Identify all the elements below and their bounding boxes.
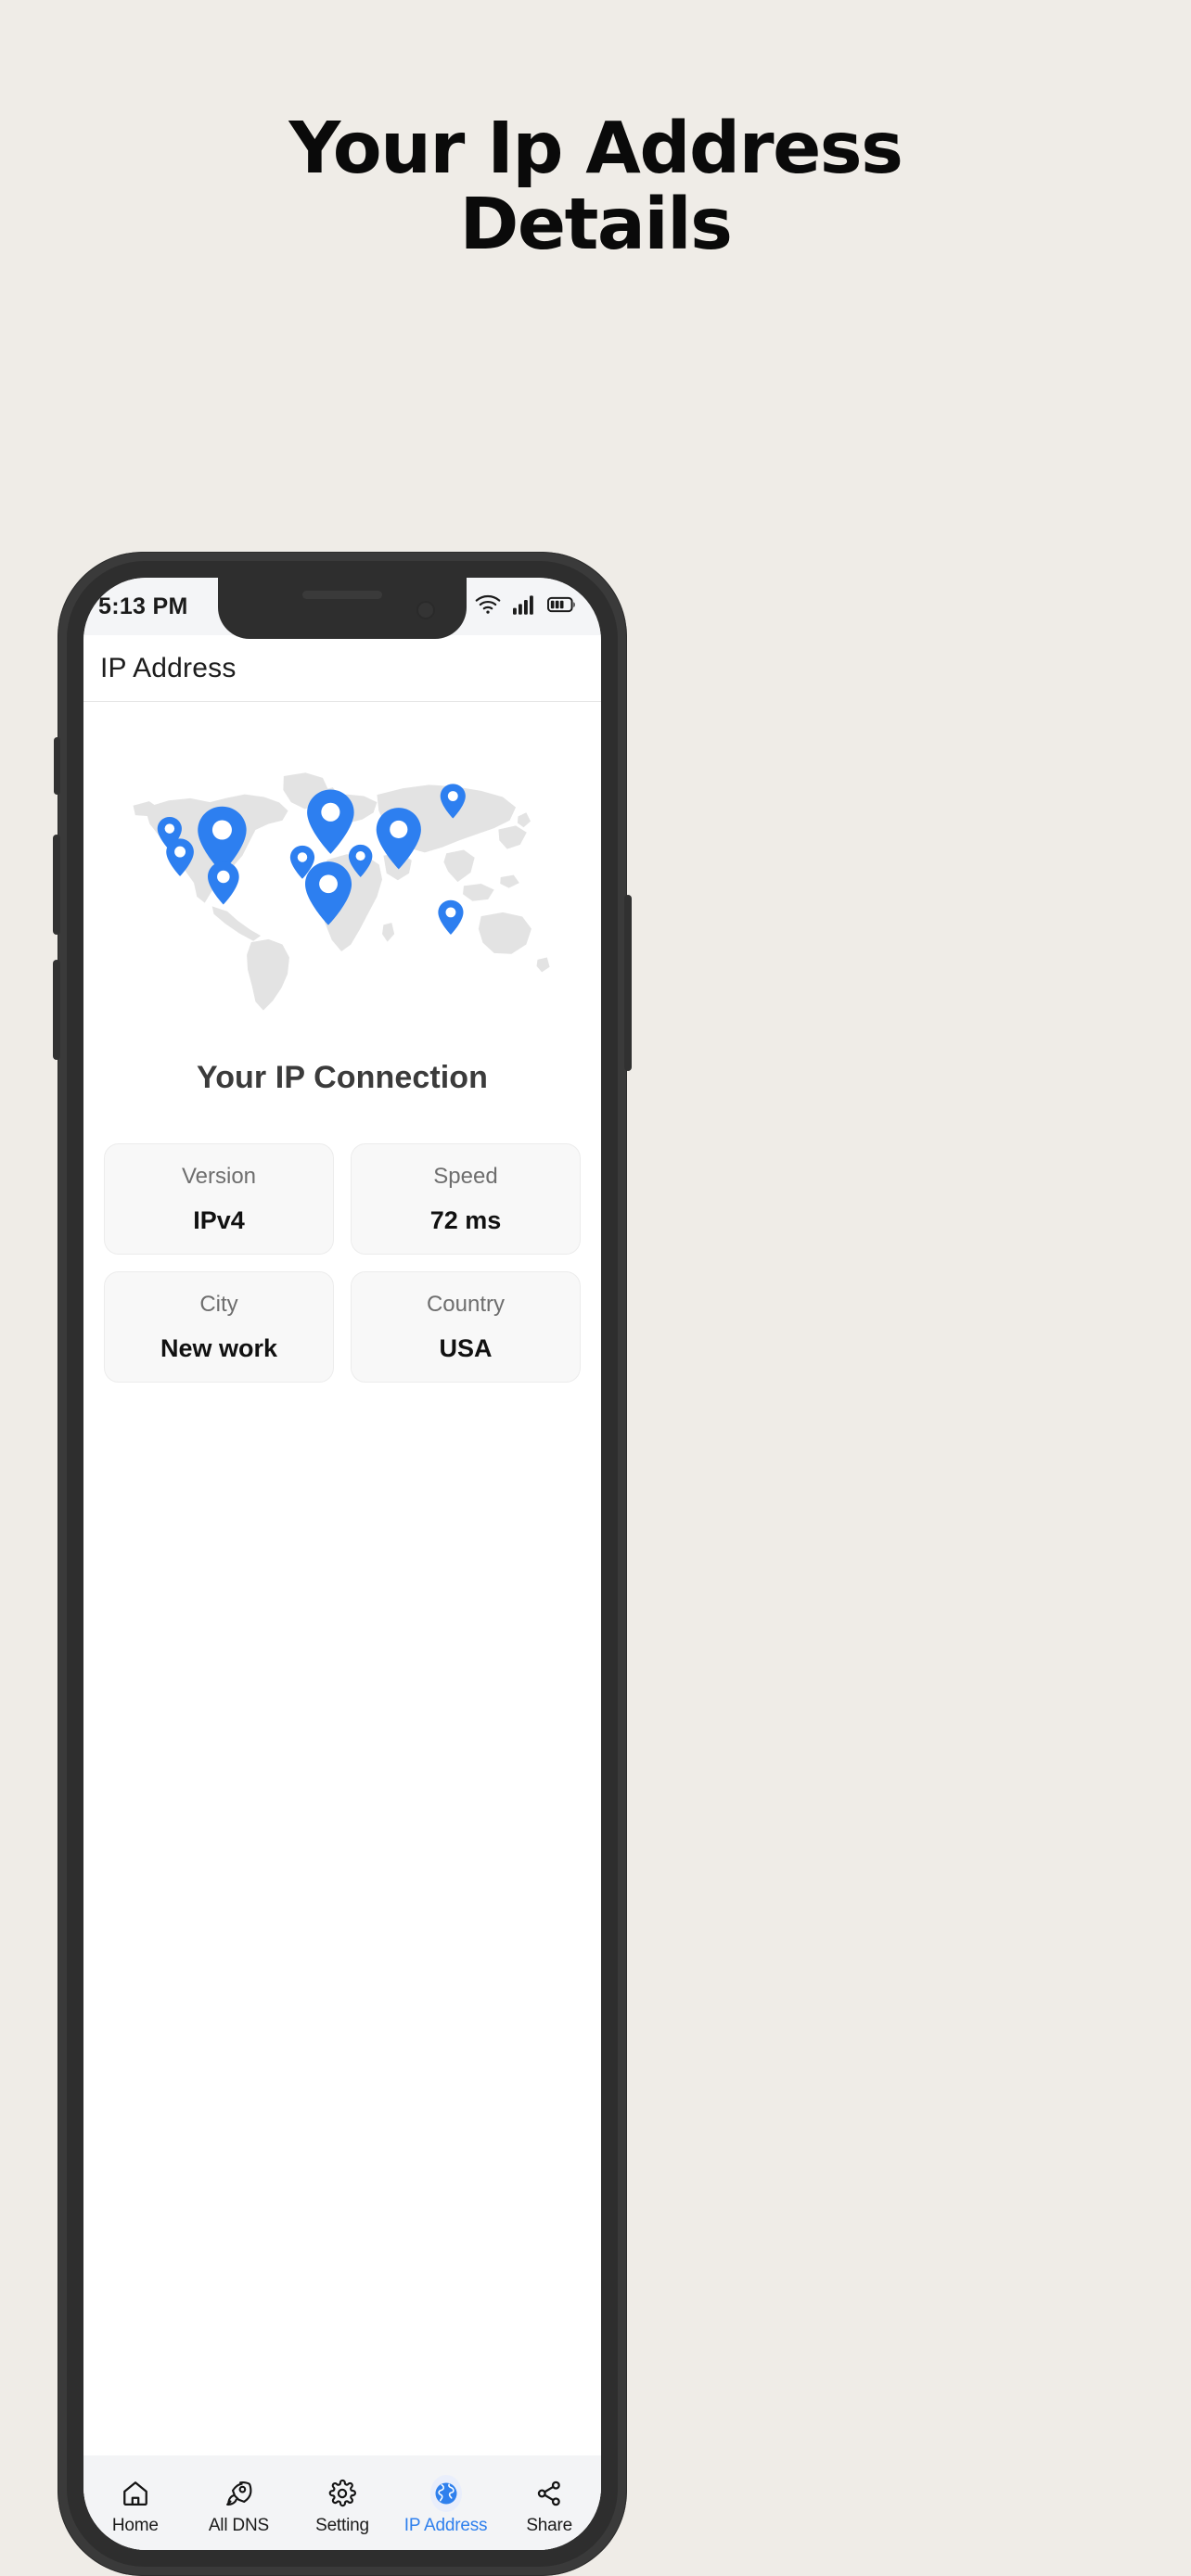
info-card-country[interactable]: Country USA <box>351 1271 581 1383</box>
info-card-value: USA <box>439 1333 493 1362</box>
nav-label: Share <box>526 2515 573 2535</box>
bottom-navigation-bar: Home All DNS Setting IP Address Share <box>83 2455 601 2550</box>
gear-icon <box>327 2478 358 2509</box>
earpiece-speaker <box>302 591 382 599</box>
wifi-icon <box>475 594 501 619</box>
mute-switch[interactable] <box>54 737 60 795</box>
info-card-label: City <box>199 1291 238 1317</box>
app-content: Your IP Connection Version IPv4 Speed 72… <box>83 703 601 2550</box>
nav-label: Home <box>111 2515 159 2535</box>
info-card-version[interactable]: Version IPv4 <box>104 1143 334 1255</box>
nav-label: IP Address <box>403 2515 488 2535</box>
info-card-grid: Version IPv4 Speed 72 ms City New work C… <box>104 1143 581 1383</box>
pin-west-europe[interactable] <box>307 789 354 854</box>
nav-item-setting[interactable]: Setting <box>290 2478 394 2536</box>
nav-item-all-dns[interactable]: All DNS <box>187 2478 291 2536</box>
front-camera-icon <box>416 601 435 619</box>
home-icon <box>120 2478 151 2509</box>
promo-heading: Your Ip Address Details <box>0 111 1191 262</box>
world-map-svg <box>133 772 550 1011</box>
globe-icon <box>429 2474 462 2512</box>
promo-heading-line-2: Details <box>459 183 733 266</box>
share-icon <box>533 2478 565 2509</box>
rocket-icon <box>223 2478 254 2509</box>
pin-asia[interactable] <box>376 808 421 870</box>
info-card-city[interactable]: City New work <box>104 1271 334 1383</box>
section-heading: Your IP Connection <box>196 1060 489 1095</box>
volume-up-button[interactable] <box>53 835 60 935</box>
nav-label: All DNS <box>208 2515 269 2535</box>
status-time: 5:13 PM <box>98 593 188 619</box>
info-card-label: Country <box>426 1291 506 1317</box>
phone-mockup: 5:13 PM IP Address Your IP Connection Ve… <box>53 552 632 2576</box>
battery-icon <box>546 595 577 618</box>
info-card-speed[interactable]: Speed 72 ms <box>351 1143 581 1255</box>
pin-south-america[interactable] <box>208 861 239 905</box>
info-card-label: Version <box>181 1163 257 1189</box>
phone-notch <box>218 578 467 639</box>
info-card-label: Speed <box>433 1163 498 1189</box>
volume-down-button[interactable] <box>53 960 60 1060</box>
app-bar: IP Address <box>83 635 601 702</box>
nav-item-share[interactable]: Share <box>497 2478 601 2536</box>
nav-item-ip-address[interactable]: IP Address <box>394 2474 498 2536</box>
info-card-value: IPv4 <box>193 1205 245 1234</box>
info-card-value: New work <box>160 1333 278 1362</box>
world-map <box>83 749 601 1018</box>
info-card-value: 72 ms <box>429 1205 502 1234</box>
nav-item-home[interactable]: Home <box>83 2478 187 2536</box>
promo-heading-line-1: Your Ip Address <box>288 108 903 190</box>
power-button[interactable] <box>624 895 632 1071</box>
status-icon-group <box>475 594 577 619</box>
page-title: IP Address <box>100 652 237 683</box>
nav-label: Setting <box>315 2515 369 2535</box>
cellular-signal-icon <box>513 594 535 619</box>
pin-australia[interactable] <box>438 899 464 935</box>
phone-screen: 5:13 PM IP Address Your IP Connection Ve… <box>83 578 601 2550</box>
globe-icon-badge <box>429 2474 462 2512</box>
